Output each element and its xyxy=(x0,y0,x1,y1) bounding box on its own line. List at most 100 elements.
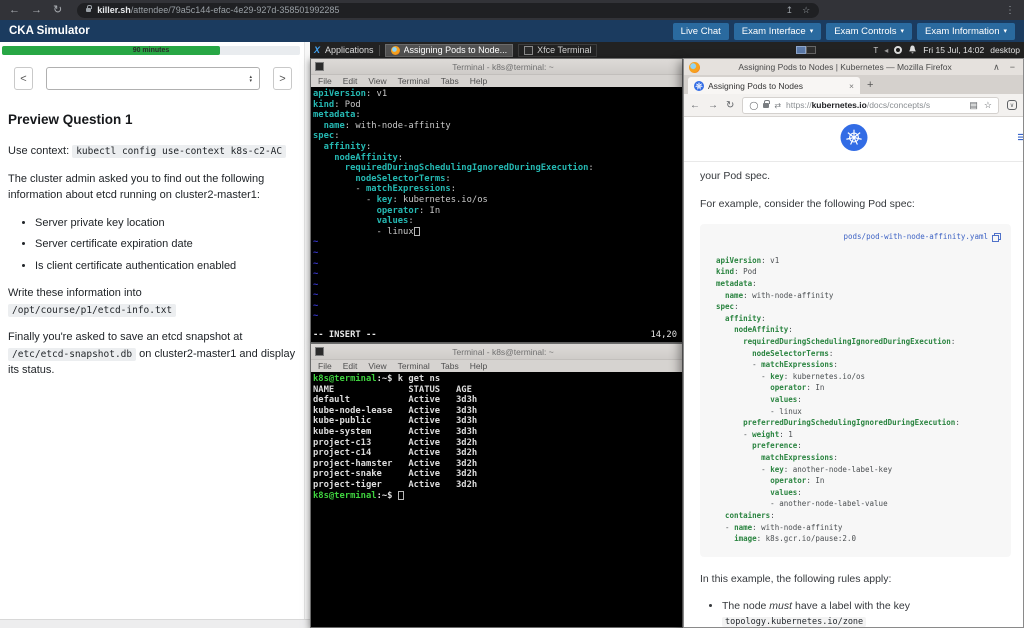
tracking-shield-icon[interactable]: ◯ xyxy=(749,101,758,110)
terminal-line: ~ xyxy=(313,269,682,280)
terminal-line: project-tiger Active 3d2h xyxy=(313,480,682,491)
snapshot-path-code: /etc/etcd-snapshot.db xyxy=(8,348,136,361)
next-question-button[interactable]: > xyxy=(273,67,292,90)
screen: ← → ↻ killer.sh/attendee/79a5c144-efac-4… xyxy=(0,0,1024,628)
browser-menu-icon[interactable]: ⋮ xyxy=(1005,5,1015,16)
firefox-icon xyxy=(391,46,400,55)
header-button-live-chat[interactable]: Live Chat xyxy=(673,23,729,40)
menu-item-terminal[interactable]: Terminal xyxy=(398,76,430,86)
docs-para-1: your Pod spec. xyxy=(700,169,1013,184)
forward-icon[interactable]: → xyxy=(708,100,718,111)
menu-item-view[interactable]: View xyxy=(368,76,386,86)
minimize-window-icon[interactable]: − xyxy=(1007,62,1018,72)
address-bar[interactable]: killer.sh/attendee/79a5c144-efac-4e29-92… xyxy=(77,3,819,18)
terminal-line: project-hamster Active 3d2h xyxy=(313,459,682,470)
new-tab-icon[interactable]: + xyxy=(867,79,873,91)
terminal-line: nodeSelectorTerms: xyxy=(313,174,682,185)
terminal1-titlebar[interactable]: Terminal - k8s@terminal: ~ xyxy=(311,59,682,74)
workspace-2[interactable] xyxy=(806,46,816,54)
back-icon[interactable]: ← xyxy=(690,100,700,111)
menu-item-terminal[interactable]: Terminal xyxy=(398,361,430,371)
menu-item-file[interactable]: File xyxy=(318,76,332,86)
bookmark-star-icon[interactable]: ☆ xyxy=(802,5,810,16)
write-path-code: /opt/course/p1/etcd-info.txt xyxy=(8,304,176,317)
exam-header-buttons: Live Chat Exam Interface▾ Exam Controls▾ Ex… xyxy=(673,23,1015,40)
share-icon[interactable]: ↥ xyxy=(786,5,794,16)
terminal-line: ~ xyxy=(313,290,682,301)
terminal2-titlebar[interactable]: Terminal - k8s@terminal: ~ xyxy=(311,344,682,359)
final-pre: Finally you're asked to save an etcd sna… xyxy=(8,331,242,343)
question-bullet: Is client certificate authentication ena… xyxy=(35,258,296,275)
question-select[interactable]: ▴▾ xyxy=(46,67,260,90)
workspace-pager[interactable] xyxy=(796,46,816,54)
question-panel: 90 minutes < ▴▾ > Preview Question 1 Use… xyxy=(0,42,310,628)
kubernetes-logo[interactable] xyxy=(840,124,867,151)
close-tab-icon[interactable]: × xyxy=(849,81,854,91)
terminal-line: requiredDuringSchedulingIgnoredDuringExe… xyxy=(716,336,1005,348)
terminal-line: values: xyxy=(716,394,1005,406)
tab-assigning-pods[interactable]: Assigning Pods to Nodes × xyxy=(688,77,860,94)
firefox-url: https://kubernetes.io/docs/concepts/s xyxy=(786,100,930,110)
terminal-line: - matchExpressions: xyxy=(313,184,682,195)
shade-window-icon[interactable]: ∧ xyxy=(990,62,1003,73)
workspace-1[interactable] xyxy=(796,46,806,54)
terminal-line: - linux xyxy=(716,406,1005,418)
prev-question-button[interactable]: < xyxy=(14,67,33,90)
xfce-taskbar: X Applications Assigning Pods to Node...… xyxy=(310,42,1024,58)
docs-rule-list: The node must have a label with the key … xyxy=(700,599,1013,627)
menu-item-view[interactable]: View xyxy=(368,361,386,371)
back-icon[interactable]: ← xyxy=(9,5,20,16)
firefox-titlebar[interactable]: Assigning Pods to Nodes | Kubernetes — M… xyxy=(684,59,1023,75)
terminal-line: - name: with-node-affinity xyxy=(716,522,1005,534)
terminal-line: ~ xyxy=(313,237,682,248)
timer-label: 90 minutes xyxy=(2,46,300,55)
terminal-line: - key: kubernetes.io/os xyxy=(716,371,1005,383)
terminal-line: metadata: xyxy=(313,110,682,121)
docs-code-lines: apiVersion: v1kind: Podmetadata: name: w… xyxy=(702,255,1005,545)
taskbar-separator xyxy=(379,45,380,56)
notification-bell-icon[interactable] xyxy=(908,45,917,55)
url-host: kubernetes.io xyxy=(812,100,867,110)
header-button-exam-controls[interactable]: Exam Controls▾ xyxy=(826,23,912,40)
header-button-exam-information[interactable]: Exam Information▾ xyxy=(917,23,1015,40)
forward-icon[interactable]: → xyxy=(31,5,42,16)
menu-item-help[interactable]: Help xyxy=(470,361,487,371)
copy-icon[interactable] xyxy=(992,233,1001,242)
terminal-line: preferredDuringSchedulingIgnoredDuringEx… xyxy=(716,417,1005,429)
tray-collapse-icon[interactable]: ◂ xyxy=(884,46,888,55)
hamburger-menu-icon[interactable]: ≡ xyxy=(1017,129,1023,146)
terminal1-menubar: File Edit View Terminal Tabs Help xyxy=(311,74,682,87)
terminal2-screen[interactable]: k8s@terminal:~$ k get nsNAME STATUS AGEd… xyxy=(311,372,682,627)
url-text: killer.sh/attendee/79a5c144-efac-4e29-92… xyxy=(97,5,339,15)
terminal-window-shell: Terminal - k8s@terminal: ~ File Edit View T… xyxy=(310,343,683,628)
reader-view-icon[interactable]: ▤ xyxy=(969,100,978,111)
kubernetes-site-header: ≡ xyxy=(684,117,1023,162)
taskbar-window-terminal[interactable]: Xfce Terminal xyxy=(518,44,597,57)
vim-cursor-position: 14,20 xyxy=(651,330,677,340)
bookmark-star-icon[interactable]: ☆ xyxy=(984,100,992,111)
url-path: /docs/concepts/s xyxy=(867,100,930,110)
tray-status-icon[interactable] xyxy=(894,46,902,54)
taskbar-window-firefox[interactable]: Assigning Pods to Node... xyxy=(385,44,514,57)
pocket-icon[interactable]: ∨ xyxy=(1007,100,1017,110)
code-filename-link[interactable]: pods/pod-with-node-affinity.yaml xyxy=(844,232,989,243)
terminal-line: affinity: xyxy=(716,313,1005,325)
menu-item-tabs[interactable]: Tabs xyxy=(441,76,459,86)
applications-menu[interactable]: Applications xyxy=(325,45,374,55)
menu-item-help[interactable]: Help xyxy=(470,76,487,86)
menu-item-file[interactable]: File xyxy=(318,361,332,371)
menu-item-edit[interactable]: Edit xyxy=(343,76,358,86)
code-block-header: pods/pod-with-node-affinity.yaml xyxy=(702,230,1005,255)
terminal1-screen[interactable]: apiVersion: v1kind: Podmetadata: name: w… xyxy=(311,87,682,342)
menu-item-edit[interactable]: Edit xyxy=(343,361,358,371)
reload-icon[interactable]: ↻ xyxy=(53,5,62,16)
terminal-line: - another-node-label-value xyxy=(716,498,1005,510)
reload-icon[interactable]: ↻ xyxy=(726,100,734,111)
header-button-exam-interface[interactable]: Exam Interface▾ xyxy=(734,23,821,40)
question-bullet-list: Server private key locationServer certif… xyxy=(8,215,296,275)
terminal-line: - linux xyxy=(313,227,682,238)
firefox-address-bar[interactable]: ◯ ⇄ https://kubernetes.io/docs/concepts/… xyxy=(742,97,999,114)
clock[interactable]: Fri 15 Jul, 14:02 xyxy=(923,45,984,55)
menu-item-tabs[interactable]: Tabs xyxy=(441,361,459,371)
keyboard-layout-icon[interactable]: T xyxy=(873,46,878,55)
